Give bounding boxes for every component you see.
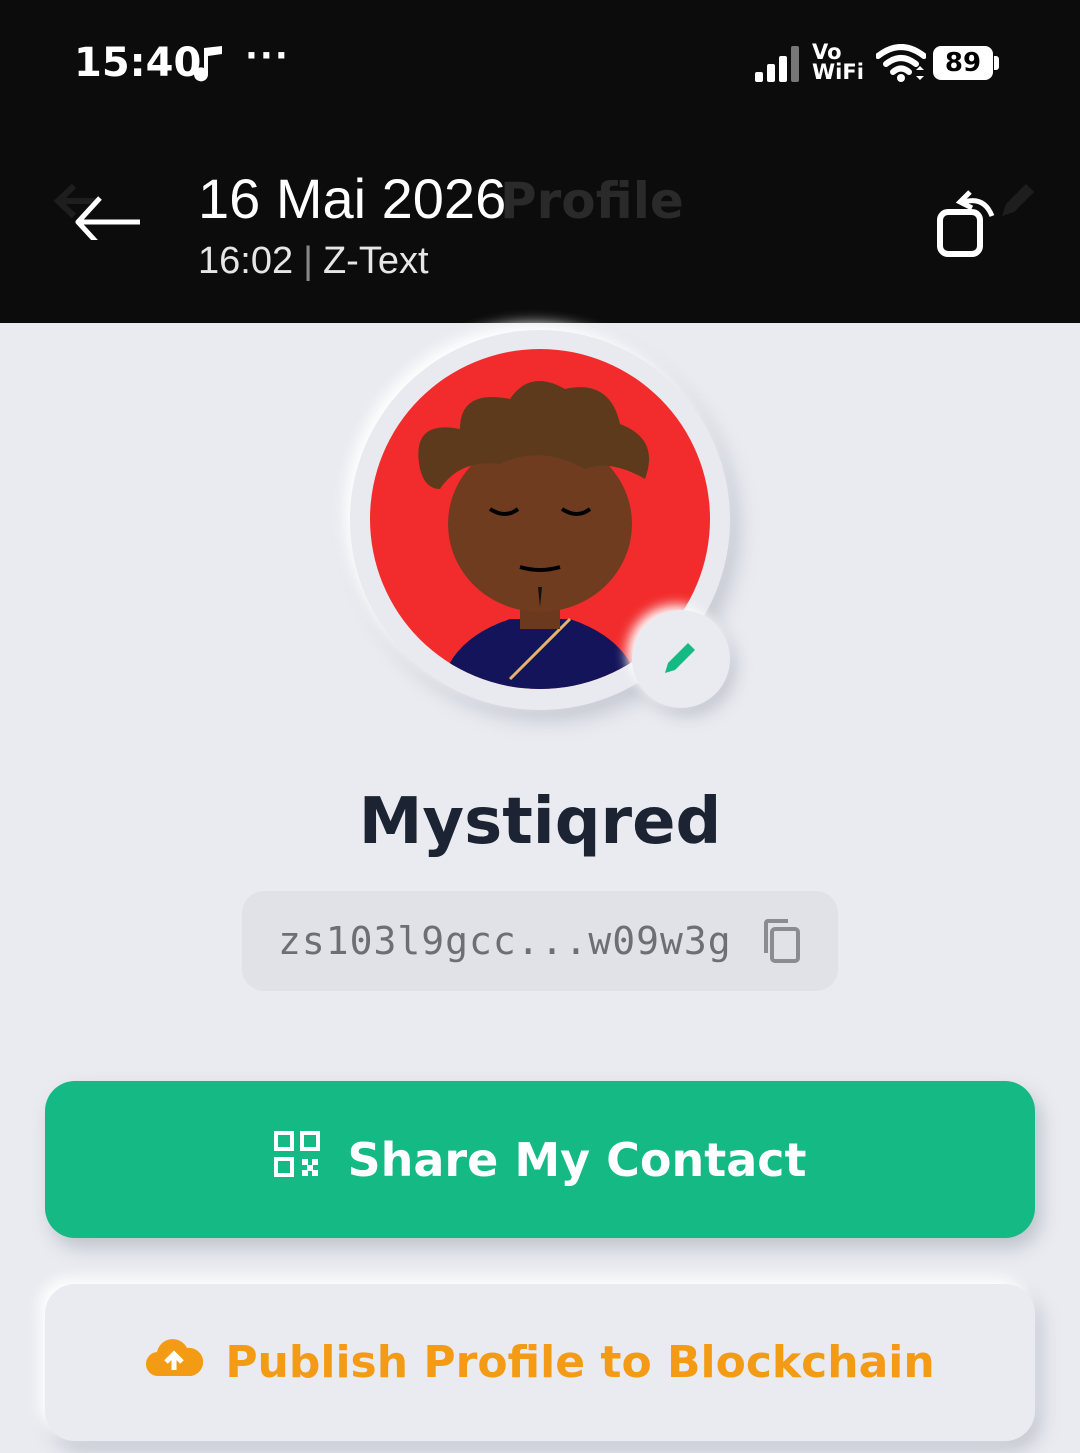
publish-button-label: Publish Profile to Blockchain (225, 1337, 935, 1388)
address-text: zs103l9gcc...w09w3g (278, 919, 732, 963)
back-arrow-icon[interactable] (60, 180, 144, 248)
wifi-icon (875, 44, 927, 86)
signal-icon (755, 46, 801, 86)
battery-indicator: 89 (933, 46, 993, 80)
app-bar-title: Profile (500, 172, 684, 230)
overlay-app: Z-Text (322, 240, 429, 282)
address-box[interactable]: zs103l9gcc...w09w3g (242, 891, 838, 991)
pencil-icon (661, 637, 701, 681)
edit-avatar-button[interactable] (632, 610, 730, 708)
status-time: 15:40 (74, 40, 202, 86)
vowifi-indicator: Vo WiFi (812, 40, 864, 84)
qr-code-icon (273, 1131, 348, 1188)
share-button-label: Share My Contact (347, 1132, 807, 1187)
overlay-date: 16 Mai 2026 (198, 167, 507, 230)
music-note-icon (192, 44, 226, 88)
more-notifications: ··· (245, 36, 290, 76)
copy-icon[interactable] (760, 917, 802, 969)
battery-tip (994, 56, 999, 70)
publish-profile-button[interactable]: Publish Profile to Blockchain (45, 1284, 1035, 1441)
rotate-screen-icon[interactable] (934, 186, 1004, 264)
cloud-upload-icon (145, 1336, 225, 1389)
top-bar: 15:40 ··· Vo WiFi 89 Profile 16 Mai 2026 (0, 0, 1080, 323)
overlay-subtitle: 16:02 | Z-Text (198, 240, 429, 283)
overlay-separator: | (303, 240, 313, 282)
overlay-time: 16:02 (198, 240, 294, 282)
profile-name: Mystiqred (358, 785, 722, 859)
share-contact-button[interactable]: Share My Contact (45, 1081, 1035, 1238)
